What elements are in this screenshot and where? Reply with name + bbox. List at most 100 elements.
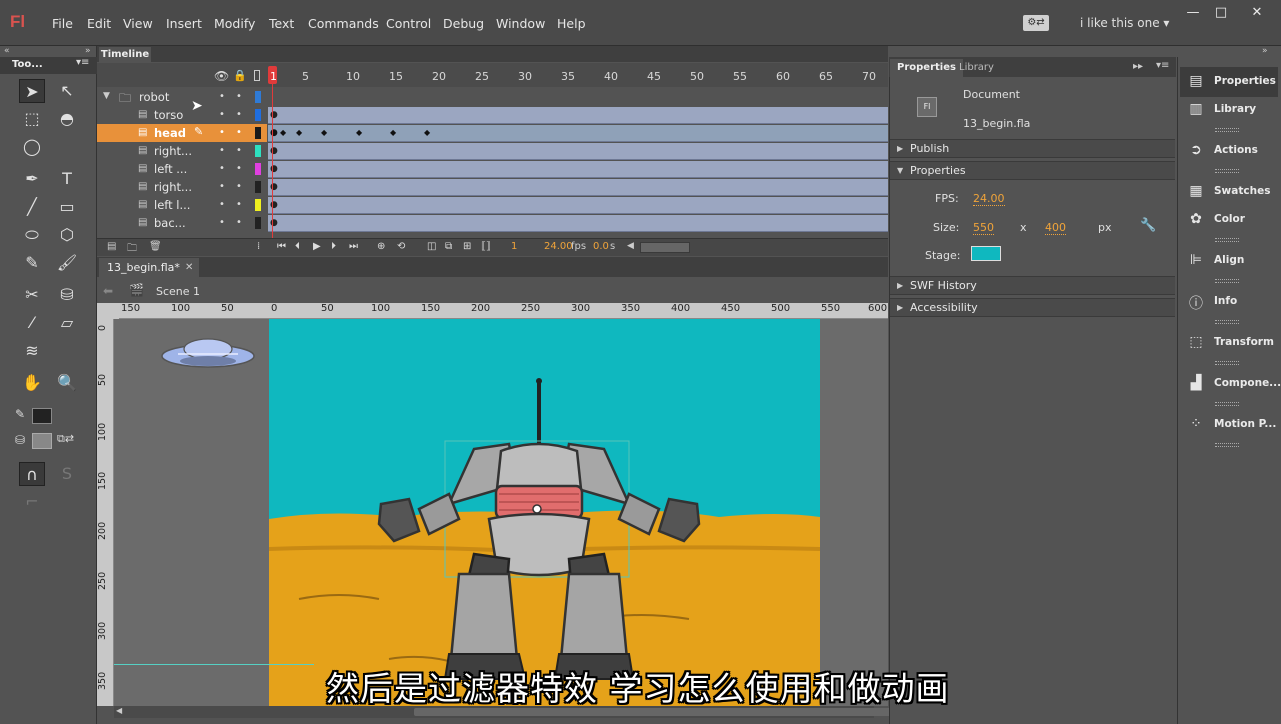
scroll-left-icon[interactable]: ◀ (116, 706, 122, 715)
lock-dot[interactable]: • (236, 181, 242, 192)
modify-markers-icon[interactable]: ⟦⟧ (481, 241, 491, 252)
pen-tool-icon[interactable]: ✒ (19, 167, 45, 191)
expand-folder-icon[interactable]: ▼ (103, 91, 110, 101)
rectangle-tool-icon[interactable]: ▭ (54, 195, 80, 219)
scroll-left-icon[interactable]: ◀ (627, 241, 634, 251)
keyframe[interactable]: ◆ (424, 128, 430, 137)
show-hide-all-icon[interactable]: 👁 (214, 69, 229, 83)
dock-group-grip[interactable] (1215, 361, 1239, 365)
wrench-icon[interactable]: 🔧 (1140, 218, 1156, 233)
fill-color-swatch[interactable] (32, 433, 52, 449)
lock-dot[interactable]: • (236, 109, 242, 120)
layer-color-swatch[interactable] (255, 145, 261, 157)
zoom-tool-icon[interactable]: 🔍 (54, 371, 80, 395)
dock-group-grip[interactable] (1215, 279, 1239, 283)
keyframe[interactable]: ◆ (321, 128, 327, 137)
keyframe[interactable]: ◆ (390, 128, 396, 137)
lock-dot[interactable]: • (236, 163, 242, 174)
frames-row[interactable]: ● (268, 107, 888, 124)
dock-label[interactable]: Info (1214, 295, 1237, 307)
tab-timeline[interactable]: Timeline (99, 47, 151, 62)
dock-label[interactable]: Transform (1214, 336, 1274, 348)
fps-field[interactable]: 24.00 (973, 192, 1005, 206)
visibility-dot[interactable]: • (219, 91, 225, 102)
play-icon[interactable]: ▶ (313, 241, 321, 252)
elapsed-time-value[interactable]: 0.0 (593, 241, 609, 252)
frames-row[interactable]: ● (268, 179, 888, 196)
visibility-dot[interactable]: • (219, 163, 225, 174)
layer-row-robot[interactable]: ▼ 🗀 robot • • (97, 88, 267, 106)
layer-row-left-1[interactable]: ▤ left ... • • (97, 160, 267, 178)
expand-panel-icon[interactable]: ▸▸ (1133, 61, 1143, 72)
layer-row-right-2[interactable]: ▤ right... • • (97, 178, 267, 196)
height-field[interactable]: 400 (1045, 221, 1066, 235)
publish-section[interactable]: Publish (890, 139, 1175, 158)
step-forward-icon[interactable]: ⏵ (331, 241, 336, 252)
polystar-tool-icon[interactable]: ⬡ (54, 223, 80, 247)
keyframe[interactable]: ◆ (296, 128, 302, 137)
bone-tool-icon[interactable]: ✂ (19, 283, 45, 307)
brush-tool-icon[interactable]: 🖌 (54, 251, 80, 275)
layer-row-torso[interactable]: ▤ torso • • (97, 106, 267, 124)
panel-menu-icon[interactable]: ▾≡ (1156, 60, 1169, 71)
oval-tool-icon[interactable]: ⬭ (19, 223, 45, 247)
swf-history-section[interactable]: SWF History (890, 276, 1175, 295)
layer-row-head[interactable]: ▤ head ✎ • • (97, 124, 267, 142)
workspace-dropdown[interactable]: i like this one ▾ (1080, 16, 1169, 30)
accessibility-section[interactable]: Accessibility (890, 298, 1175, 317)
panel-menu-icon[interactable]: ▾≡ (76, 57, 89, 68)
straighten-icon[interactable]: ⌐ (19, 490, 45, 514)
dock-group-grip[interactable] (1215, 320, 1239, 324)
timeline-scroll-thumb[interactable] (640, 242, 690, 253)
dock-group-grip[interactable] (1215, 443, 1239, 447)
visibility-dot[interactable]: • (219, 145, 225, 156)
new-folder-icon[interactable]: 🗀 (127, 241, 137, 258)
dock-label[interactable]: Motion P... (1214, 418, 1276, 430)
step-back-icon[interactable]: ⏴ (295, 241, 300, 252)
layer-row-background[interactable]: ▤ bac... • • (97, 214, 267, 232)
stage[interactable] (269, 319, 820, 706)
outline-all-icon[interactable] (254, 70, 260, 81)
paint-bucket-tool-icon[interactable]: ⛁ (54, 283, 80, 307)
smooth-icon[interactable]: S (54, 462, 80, 486)
menu-help[interactable]: Help (557, 16, 586, 31)
frames-row[interactable]: ● (268, 197, 888, 214)
menu-debug[interactable]: Debug (443, 16, 484, 31)
menu-commands[interactable]: Commands (308, 16, 379, 31)
edit-multiple-frames-icon[interactable]: ⊞ (463, 241, 471, 252)
go-to-first-frame-icon[interactable]: ⏮ (277, 241, 286, 252)
text-tool-icon[interactable]: T (54, 167, 80, 191)
lasso-tool-icon[interactable]: ◯ (19, 135, 45, 159)
lock-dot[interactable]: • (236, 199, 242, 210)
menu-file[interactable]: File (52, 16, 73, 31)
3d-rotation-tool-icon[interactable]: ◓ (54, 107, 80, 131)
visibility-dot[interactable]: • (219, 181, 225, 192)
layer-color-swatch[interactable] (255, 163, 261, 175)
layer-color-swatch[interactable] (255, 127, 261, 139)
eyedropper-tool-icon[interactable]: ⁄ (19, 311, 45, 335)
onion-skin-outlines-icon[interactable]: ⧉ (445, 241, 452, 252)
lock-dot[interactable]: • (236, 217, 242, 228)
menu-view[interactable]: View (123, 16, 153, 31)
dock-group-grip[interactable] (1215, 402, 1239, 406)
layer-color-swatch[interactable] (255, 199, 261, 211)
selection-tool-icon[interactable]: ➤ (19, 79, 45, 103)
lock-dot[interactable]: • (236, 127, 242, 138)
lock-dot[interactable]: • (236, 91, 242, 102)
dock-group-grip[interactable] (1215, 128, 1239, 132)
go-to-last-frame-icon[interactable]: ⏭ (349, 241, 358, 252)
eraser-tool-icon[interactable]: ▱ (54, 311, 80, 335)
keyframe[interactable]: ◆ (280, 128, 286, 137)
layer-color-swatch[interactable] (255, 181, 261, 193)
visibility-dot[interactable]: • (219, 109, 225, 120)
stroke-color-swatch[interactable] (32, 408, 52, 424)
pencil-tool-icon[interactable]: ✎ (19, 251, 45, 275)
swap-colors-icon[interactable]: ⧉⇄ (57, 432, 74, 446)
menu-edit[interactable]: Edit (87, 16, 111, 31)
back-arrow-icon[interactable]: ⬅ (103, 284, 113, 298)
keyframe[interactable]: ◆ (356, 128, 362, 137)
collapse-arrows-icon[interactable]: « (4, 46, 10, 56)
dock-label[interactable]: Swatches (1214, 185, 1270, 197)
dock-label[interactable]: Actions (1214, 144, 1258, 156)
menu-text[interactable]: Text (269, 16, 294, 31)
